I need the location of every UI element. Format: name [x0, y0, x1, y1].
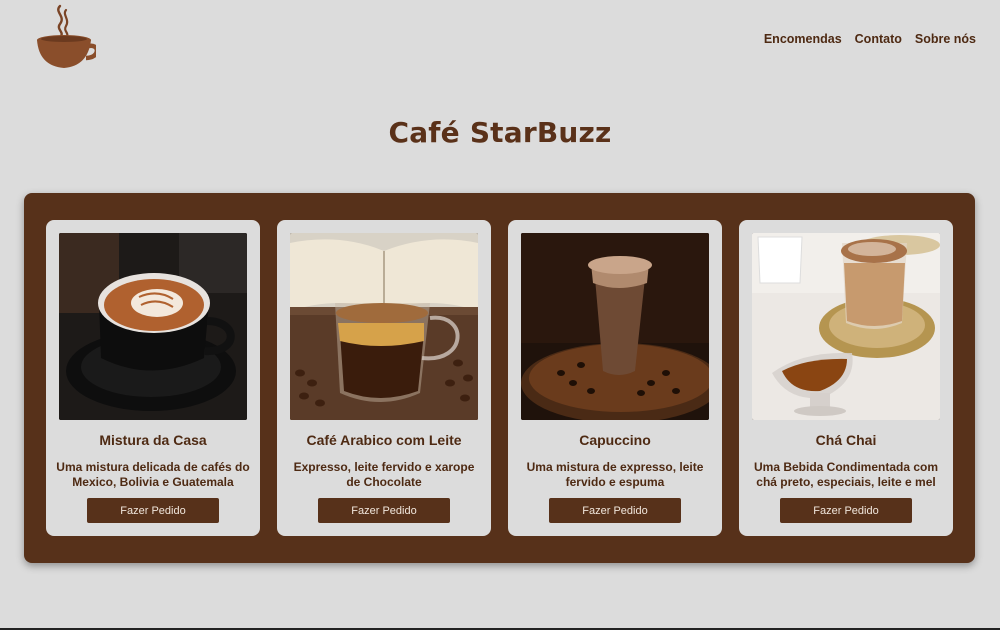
product-description: Expresso, leite fervido e xarope de Choc…: [293, 460, 475, 489]
products-panel: Mistura da Casa Uma mistura delicada de …: [24, 193, 975, 563]
order-button[interactable]: Fazer Pedido: [549, 498, 681, 523]
product-name: Chá Chai: [815, 432, 877, 448]
product-description: Uma mistura de expresso, leite fervido e…: [526, 460, 704, 489]
nav-encomendas[interactable]: Encomendas: [764, 32, 842, 46]
order-button[interactable]: Fazer Pedido: [318, 498, 450, 523]
product-card: Café Arabico com Leite Expresso, leite f…: [277, 220, 491, 536]
main-nav: Encomendas Contato Sobre nós: [764, 32, 976, 46]
product-name: Capuccino: [579, 432, 651, 448]
nav-sobre-nos[interactable]: Sobre nós: [915, 32, 976, 46]
product-description: Uma mistura delicada de cafés do Mexico,…: [56, 460, 250, 489]
page-title: Café StarBuzz: [388, 116, 612, 149]
product-card: Capuccino Uma mistura de expresso, leite…: [508, 220, 722, 536]
order-button[interactable]: Fazer Pedido: [87, 498, 219, 523]
product-description: Uma Bebida Condimentada com chá preto, e…: [753, 460, 939, 489]
product-card: Mistura da Casa Uma mistura delicada de …: [46, 220, 260, 536]
chai-latte-glass-image: [752, 233, 940, 420]
glass-coffee-with-book-image: [290, 233, 478, 420]
order-button[interactable]: Fazer Pedido: [780, 498, 912, 523]
product-name: Café Arabico com Leite: [306, 432, 462, 448]
product-card: Chá Chai Uma Bebida Condimentada com chá…: [739, 220, 953, 536]
iced-cappuccino-cup-image: [521, 233, 709, 420]
header: Encomendas Contato Sobre nós: [0, 0, 1000, 80]
coffee-cup-logo-icon[interactable]: [34, 2, 100, 70]
latte-art-cup-image: [59, 233, 247, 420]
nav-contato[interactable]: Contato: [855, 32, 902, 46]
product-name: Mistura da Casa: [99, 432, 207, 448]
